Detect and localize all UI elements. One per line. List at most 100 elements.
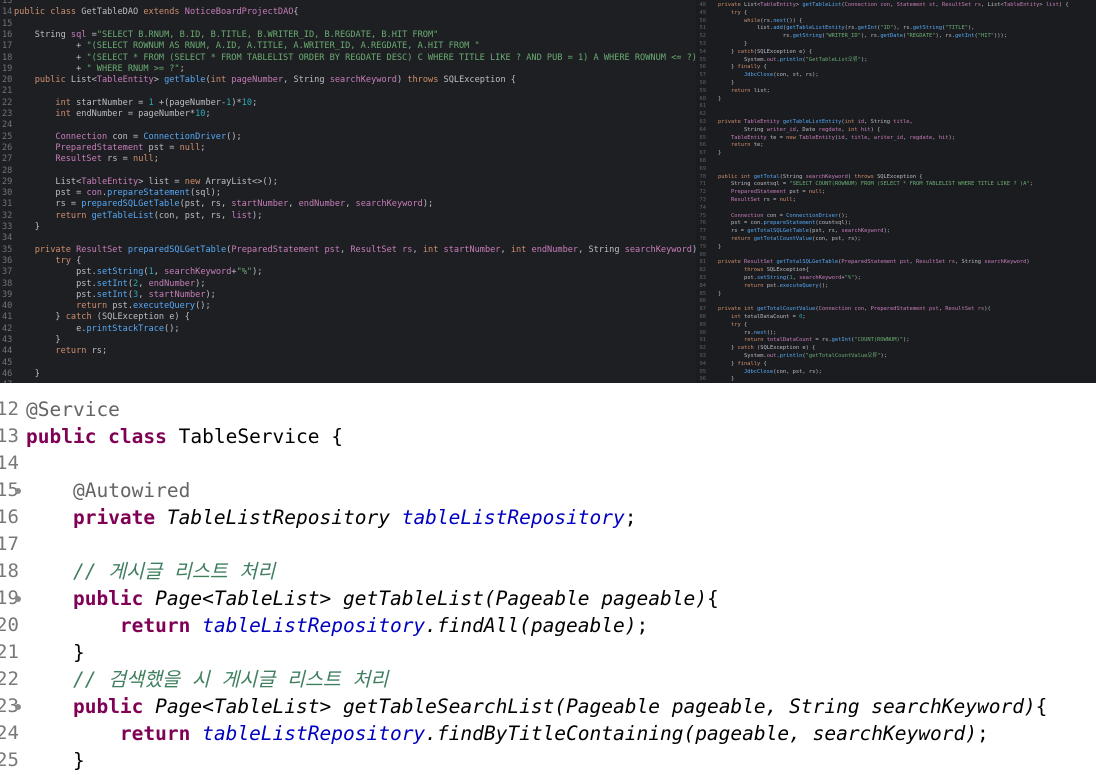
editor-get-table-dao[interactable]: 13 14 public class GetTableDAO extends Not… bbox=[0, 0, 696, 383]
code-line[interactable]: 33 } bbox=[0, 222, 696, 233]
code-line[interactable]: 46 } bbox=[0, 369, 696, 380]
code-line[interactable]: 32 return getTableList(con, pst, rs, lis… bbox=[0, 211, 696, 222]
code-line[interactable]: 61 bbox=[696, 103, 1096, 111]
code-line[interactable]: 44 return rs; bbox=[0, 346, 696, 357]
code-line[interactable]: 49 try { bbox=[696, 10, 1096, 18]
code-line[interactable]: 55 System.out.println("GetTableList오류"); bbox=[696, 57, 1096, 65]
code-line[interactable]: 35 private ResultSet preparedSQLGetTable… bbox=[0, 245, 696, 256]
code-line[interactable]: 43 } bbox=[0, 335, 696, 346]
code-line[interactable]: 25 Connection con = ConnectionDriver(); bbox=[0, 132, 696, 143]
code-line[interactable]: 22 // 검색했을 시 게시글 리스트 처리 bbox=[0, 666, 1096, 693]
code-line[interactable]: 16 String sql ="SELECT B.RNUM, B.ID, B.T… bbox=[0, 30, 696, 41]
code-line[interactable]: 66 return te; bbox=[696, 142, 1096, 150]
code-line[interactable]: 75 Connection con = ConnectionDriver(); bbox=[696, 213, 1096, 221]
code-line[interactable]: 48 private List<TableEntity> getTableList… bbox=[696, 2, 1096, 10]
code-line[interactable]: 18 // 게시글 리스트 처리 bbox=[0, 558, 1096, 585]
code-line[interactable]: 31 rs = preparedSQLGetTable(pst, rs, sta… bbox=[0, 199, 696, 210]
code-line[interactable]: 69 bbox=[696, 166, 1096, 174]
code-line[interactable]: 30 pst = con.prepareStatement(sql); bbox=[0, 188, 696, 199]
code-line[interactable]: 86 bbox=[696, 298, 1096, 306]
fold-toggle-icon[interactable] bbox=[15, 596, 21, 602]
code-line[interactable]: 59 return list; bbox=[696, 88, 1096, 96]
code-line[interactable]: 45 bbox=[0, 358, 696, 369]
code-line[interactable]: 37 pst.setString(1, searchKeyword+"%"); bbox=[0, 267, 696, 278]
code-line[interactable]: 19 public Page<TableList> getTableList(P… bbox=[0, 585, 1096, 612]
code-line[interactable]: 96 } bbox=[696, 376, 1096, 383]
code-line[interactable]: 57 JdbcClose(con, st, rs); bbox=[696, 72, 1096, 80]
code-line[interactable]: 36 try { bbox=[0, 256, 696, 267]
code-line[interactable]: 51 list.add(getTableListEntity(rs.getInt… bbox=[696, 25, 1096, 33]
code-line[interactable]: 91 return totalDataCount = rs.getInt("CO… bbox=[696, 337, 1096, 345]
code-line[interactable]: 17 bbox=[0, 531, 1096, 558]
code-line[interactable]: 20 return tableListRepository.findAll(pa… bbox=[0, 612, 1096, 639]
code-line[interactable]: 41 } catch (SQLException e) { bbox=[0, 312, 696, 323]
code-line[interactable]: 50 while(rs.next()) { bbox=[696, 18, 1096, 26]
code-line[interactable]: 62 bbox=[696, 111, 1096, 119]
code-line[interactable]: 16 private TableListRepository tableList… bbox=[0, 504, 1096, 531]
code-line[interactable]: 42 e.printStackTrace(); bbox=[0, 324, 696, 335]
editor-table-service[interactable]: 12 @Service 13 public class TableService {1… bbox=[0, 383, 1096, 775]
code-line[interactable]: 72 PreparedStatement pst = null; bbox=[696, 189, 1096, 197]
code-line[interactable]: 34 bbox=[0, 233, 696, 244]
code-line[interactable]: 70 public int getTotal(String searchKeywo… bbox=[696, 174, 1096, 182]
code-line[interactable]: 58 } bbox=[696, 80, 1096, 88]
code-line[interactable]: 25 } bbox=[0, 747, 1096, 774]
code-line[interactable]: 29 List<TableEntity> list = new ArrayLis… bbox=[0, 177, 696, 188]
code-line[interactable]: 85} bbox=[696, 291, 1096, 299]
code-line[interactable]: 18 + "(SELECT * FROM (SELECT * FROM TABL… bbox=[0, 53, 696, 64]
code-line[interactable]: 88 int totalDataCount = 0; bbox=[696, 314, 1096, 322]
code-line[interactable]: 21 bbox=[0, 86, 696, 97]
code-line[interactable]: 24 return tableListRepository.findByTitl… bbox=[0, 720, 1096, 747]
fold-toggle-icon[interactable] bbox=[15, 488, 21, 494]
code-line[interactable]: 60} bbox=[696, 96, 1096, 104]
code-line[interactable]: 74 bbox=[696, 205, 1096, 213]
code-line[interactable]: 22 int startNumber = 1 +(pageNumber-1)*1… bbox=[0, 98, 696, 109]
code-line[interactable]: 84 return pst.executeQuery(); bbox=[696, 283, 1096, 291]
code-line[interactable]: 89 try { bbox=[696, 322, 1096, 330]
code-line[interactable]: 81 private ResultSet getTotalSQLGetTable(… bbox=[696, 259, 1096, 267]
editor-get-table-dao-continued[interactable]: 48 private List<TableEntity> getTableList… bbox=[696, 0, 1096, 383]
code-line[interactable]: 54 } catch(SQLException e) { bbox=[696, 49, 1096, 57]
code-line[interactable]: 63 private TableEntity getTableListEntity… bbox=[696, 119, 1096, 127]
code-line[interactable]: 14 public class GetTableDAO extends Notic… bbox=[0, 7, 696, 18]
code-line[interactable]: 17 + "(SELECT ROWNUM AS RNUM, A.ID, A.TI… bbox=[0, 41, 696, 52]
code-line[interactable]: 82 throws SQLException{ bbox=[696, 267, 1096, 275]
code-line[interactable]: 77 rs = getTotalSQLGetTable(pst, rs, sea… bbox=[696, 228, 1096, 236]
code-line[interactable]: 95 JdbcClose(con, pst, rs); bbox=[696, 369, 1096, 377]
code-line[interactable]: 27 ResultSet rs = null; bbox=[0, 154, 696, 165]
code-line[interactable]: 39 pst.setInt(3, startNumber); bbox=[0, 290, 696, 301]
code-line[interactable]: 40 return pst.executeQuery(); bbox=[0, 301, 696, 312]
code-line[interactable]: 15 bbox=[0, 19, 696, 30]
code-line[interactable]: 52 rs.getString("WRITER_ID"), rs.getDate… bbox=[696, 33, 1096, 41]
code-line[interactable]: 26 PreparedStatement pst = null; bbox=[0, 143, 696, 154]
code-line[interactable]: 76 pst = con.prepareStatement(countsql); bbox=[696, 220, 1096, 228]
code-line[interactable]: 23 int endNumber = pageNumber*10; bbox=[0, 109, 696, 120]
code-line[interactable]: 14 bbox=[0, 450, 1096, 477]
code-line[interactable]: 15 @Autowired bbox=[0, 477, 1096, 504]
code-line[interactable]: 13 bbox=[0, 0, 696, 7]
code-line[interactable]: 68 bbox=[696, 158, 1096, 166]
code-line[interactable]: 92 } catch (SQLException e) { bbox=[696, 345, 1096, 353]
code-line[interactable]: 24 bbox=[0, 120, 696, 131]
code-line[interactable]: 93 System.out.println("getTotalCountValu… bbox=[696, 353, 1096, 361]
code-line[interactable]: 73 ResultSet rs = null; bbox=[696, 197, 1096, 205]
code-line[interactable]: 23 public Page<TableList> getTableSearch… bbox=[0, 693, 1096, 720]
code-line[interactable]: 13 public class TableService { bbox=[0, 423, 1096, 450]
code-line[interactable]: 65 TableEntity te = new TableEntity(id, … bbox=[696, 135, 1096, 143]
code-line[interactable]: 53 } bbox=[696, 41, 1096, 49]
code-line[interactable]: 56 } finally { bbox=[696, 64, 1096, 72]
code-line[interactable]: 71 String countsql = "SELECT COUNT(ROWNU… bbox=[696, 181, 1096, 189]
code-line[interactable]: 78 return getTotalCountValue(con, pst, r… bbox=[696, 236, 1096, 244]
code-line[interactable]: 83 pst.setString(1, searchKeyword+"%"); bbox=[696, 275, 1096, 283]
code-line[interactable]: 67} bbox=[696, 150, 1096, 158]
code-line[interactable]: 20 public List<TableEntity> getTable(int… bbox=[0, 75, 696, 86]
code-line[interactable]: 19 + " WHERE RNUM >= ?"; bbox=[0, 64, 696, 75]
code-line[interactable]: 94 } finally { bbox=[696, 361, 1096, 369]
code-line[interactable]: 21 } bbox=[0, 639, 1096, 666]
code-line[interactable]: 28 bbox=[0, 166, 696, 177]
code-line[interactable]: 87 private int getTotalCountValue(Connect… bbox=[696, 306, 1096, 314]
code-line[interactable]: 12 @Service bbox=[0, 396, 1096, 423]
code-line[interactable]: 80 bbox=[696, 252, 1096, 260]
code-line[interactable]: 64 String writer_id, Date regdate, int h… bbox=[696, 127, 1096, 135]
fold-toggle-icon[interactable] bbox=[15, 704, 21, 710]
